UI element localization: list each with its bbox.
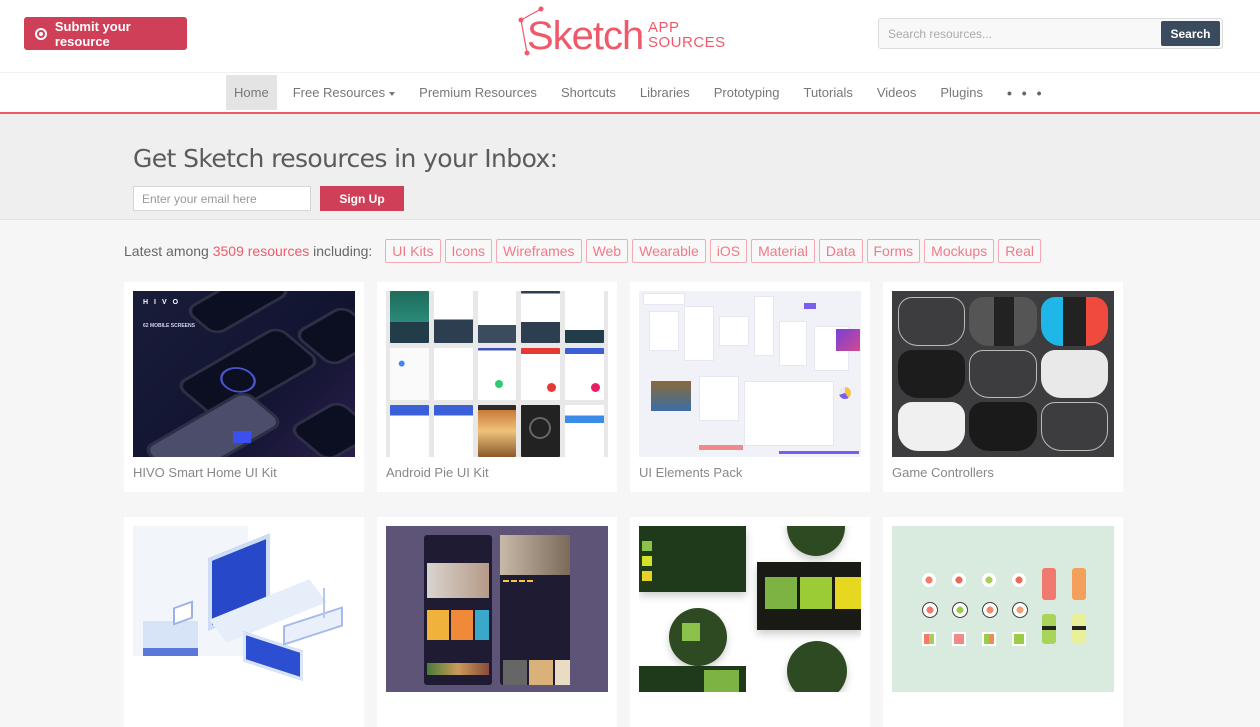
tags-suffix: including: [313,243,373,259]
email-field[interactable] [133,186,311,211]
nav-item-prototyping[interactable]: Prototyping [702,75,792,110]
search-input[interactable] [879,19,1161,48]
logo-text-sketch: Sketch [527,14,644,58]
tag-ios[interactable]: iOS [709,239,748,263]
card-title: HIVO Smart Home UI Kit [133,465,277,480]
nav-label: Plugins [940,85,984,100]
resource-card[interactable]: HIVO 62 MOBILE SCREENS HIVO Smart Home U… [124,282,364,492]
submit-resource-label: Submit your resource [54,18,131,49]
resource-count-link[interactable]: 3509 resources [213,243,310,259]
card-title: UI Elements Pack [639,465,743,480]
site-header: Submit your resource Sketch APP SOURCES … [0,0,1260,72]
tag-material[interactable]: Material [751,239,815,263]
logo-text-sources: SOURCES [648,34,726,51]
movie-app-ui-preview [386,526,608,692]
nav-item-plugins[interactable]: Plugins [928,75,995,110]
more-dots-icon: • • • [1007,84,1045,101]
hivo-smart-home-preview: HIVO 62 MOBILE SCREENS [133,291,355,457]
caret-down-icon [389,91,396,96]
nav-label: Videos [876,85,917,100]
nav-label: Free Resources [292,85,386,100]
resource-card[interactable]: UI Elements Pack [630,282,870,492]
resource-card[interactable] [124,517,364,727]
nav-label: Home [234,85,269,100]
tag-wireframes[interactable]: Wireframes [496,239,582,263]
nav-item-free-resources[interactable]: Free Resources [281,75,407,110]
android-pie-screens-preview [386,291,608,457]
tags-prefix: Latest among [124,243,209,259]
resource-card[interactable]: Android Pie UI Kit [377,282,617,492]
nav-item-libraries[interactable]: Libraries [628,75,702,110]
tag-web[interactable]: Web [585,239,629,263]
nav-item-premium-resources[interactable]: Premium Resources [407,75,549,110]
nav-item-shortcuts[interactable]: Shortcuts [549,75,628,110]
sushi-icons-preview [892,526,1114,692]
ui-elements-preview [639,291,861,457]
resource-card[interactable] [883,517,1123,727]
newsletter-heading: Get Sketch resources in your Inbox: [133,144,558,173]
card-title: Android Pie UI Kit [386,465,489,480]
isometric-devices-illustration [133,526,355,692]
nav-item-home[interactable]: Home [226,75,277,110]
tag-forms[interactable]: Forms [866,239,921,263]
resource-card[interactable] [377,517,617,727]
tags-row: Latest among 3509 resources including: U… [124,239,1045,263]
tag-wearable[interactable]: Wearable [632,239,706,263]
resource-card[interactable]: Game Controllers [883,282,1123,492]
nav-item-videos[interactable]: Videos [865,75,929,110]
sign-up-button[interactable]: Sign Up [320,186,404,211]
nav-label: Libraries [639,85,690,100]
nav-more-button[interactable]: • • • [995,75,1056,110]
search-button[interactable]: Search [1161,21,1220,46]
game-controllers-preview [892,291,1114,457]
newsletter-section: Get Sketch resources in your Inbox: Sign… [0,114,1260,220]
circle-plus-icon [35,27,47,40]
tag-icons[interactable]: Icons [444,239,492,263]
nav-label: Premium Resources [419,85,537,100]
nav-item-tutorials[interactable]: Tutorials [791,75,864,110]
tag-mockups[interactable]: Mockups [924,239,995,263]
wear-os-ui-preview [639,526,861,692]
search-form: Search [878,18,1223,49]
submit-resource-button[interactable]: Submit your resource [24,17,187,50]
tags-intro: Latest among 3509 resources including: [124,243,372,259]
nav-label: Prototyping [713,85,780,100]
main-nav: Home Free Resources Premium Resources Sh… [0,72,1260,114]
card-title: Game Controllers [892,465,994,480]
tag-ui-kits[interactable]: UI Kits [385,239,441,263]
resource-card[interactable] [630,517,870,727]
nav-label: Shortcuts [560,85,616,100]
tag-real[interactable]: Real [998,239,1041,263]
tag-data[interactable]: Data [818,239,863,263]
site-logo[interactable]: Sketch APP SOURCES [515,6,735,58]
nav-label: Tutorials [803,85,853,100]
